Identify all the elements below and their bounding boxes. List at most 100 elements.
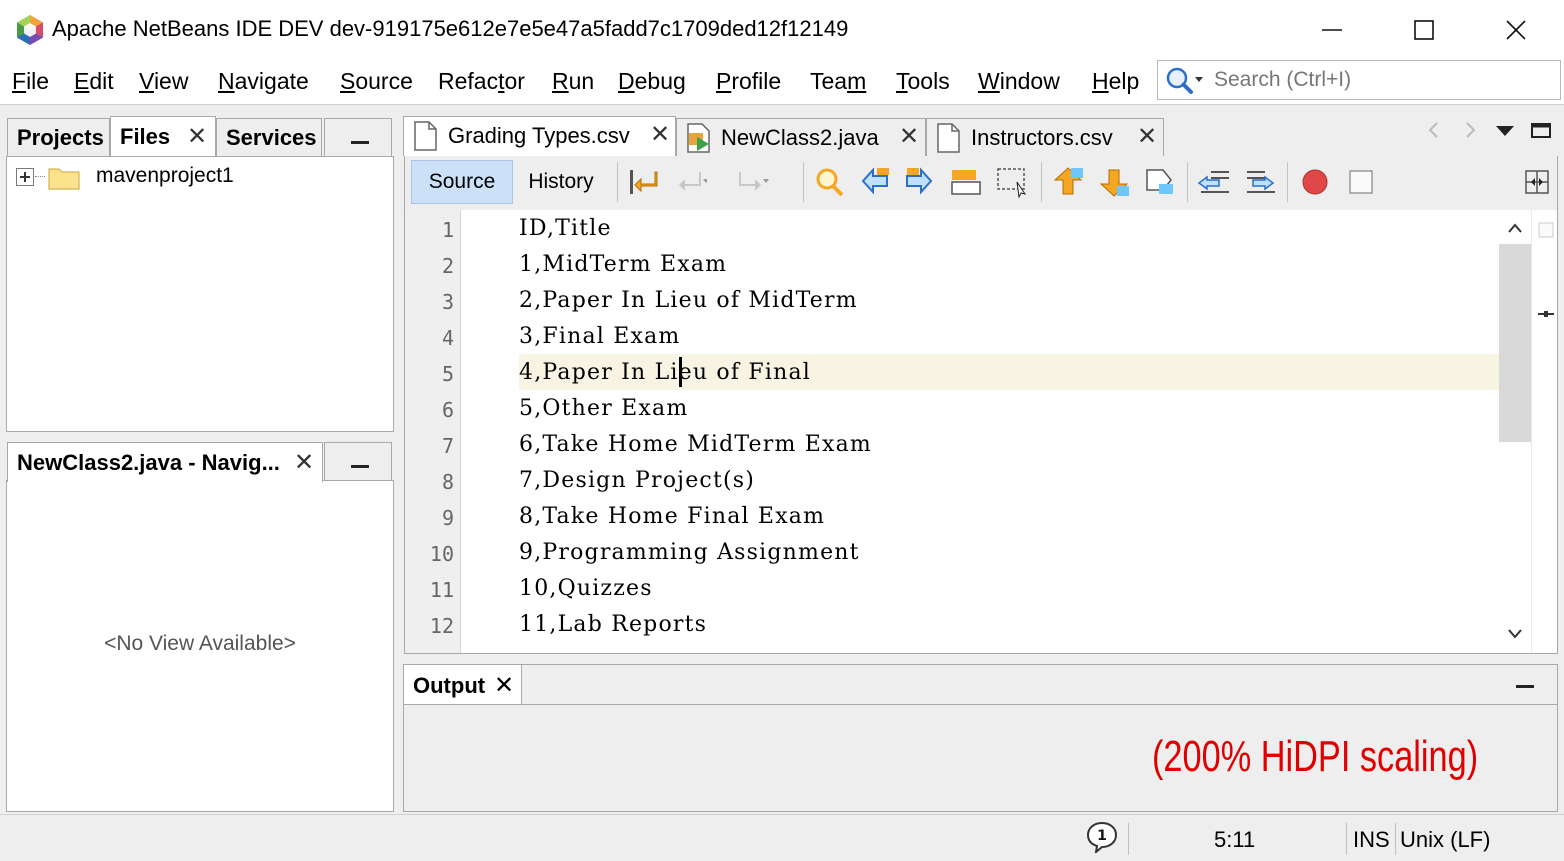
scrollbar-thumb[interactable]: [1499, 244, 1531, 442]
close-tab-icon[interactable]: ✕: [294, 448, 314, 477]
maximize-button[interactable]: [1394, 8, 1454, 52]
code-line[interactable]: 4,Paper In Lieu of Final: [519, 360, 811, 385]
caret-position[interactable]: 5:11: [1214, 827, 1255, 853]
insert-mode[interactable]: INS: [1353, 827, 1390, 853]
menu-navigate[interactable]: Navigate: [218, 68, 309, 95]
close-tab-icon[interactable]: ✕: [1137, 122, 1157, 151]
start-macro-recording-icon[interactable]: [1299, 166, 1333, 198]
tab-files-label: Files: [120, 123, 171, 149]
shift-line-right-icon[interactable]: [1243, 166, 1277, 198]
split-editor-icon[interactable]: [1521, 166, 1555, 198]
close-tab-icon[interactable]: ✕: [187, 122, 207, 151]
code-line[interactable]: 1,MidTerm Exam: [519, 252, 727, 277]
menu-label-rest: ile: [26, 68, 50, 94]
tree-item-mavenproject1[interactable]: mavenproject1: [16, 164, 316, 192]
search-box[interactable]: [1157, 60, 1561, 100]
line-endings[interactable]: Unix (LF): [1400, 827, 1490, 853]
close-tab-icon[interactable]: ✕: [899, 122, 919, 151]
error-stripe[interactable]: [1531, 210, 1557, 653]
code-line[interactable]: 5,Other Exam: [519, 396, 688, 421]
menu-debug[interactable]: Debug: [618, 68, 686, 95]
code-line[interactable]: 3,Final Exam: [519, 324, 680, 349]
menu-help[interactable]: Help: [1092, 68, 1139, 95]
previous-bookmark-icon[interactable]: [1051, 166, 1085, 198]
menu-run[interactable]: Run: [552, 68, 594, 95]
code-line[interactable]: 7,Design Project(s): [519, 468, 755, 493]
close-button[interactable]: [1486, 8, 1546, 52]
stop-macro-recording-icon[interactable]: [1345, 166, 1379, 198]
toggle-rectangular-selection-icon[interactable]: [995, 166, 1029, 198]
forward-icon[interactable]: [737, 166, 771, 198]
menu-team[interactable]: Team: [810, 68, 866, 95]
scroll-up-icon[interactable]: [1507, 222, 1523, 234]
menu-profile[interactable]: Profile: [716, 68, 781, 95]
line-number: 2: [441, 254, 454, 278]
close-tab-icon[interactable]: ✕: [650, 120, 670, 149]
tab-files[interactable]: Files ✕: [110, 116, 216, 156]
toggle-highlight-search-icon[interactable]: [949, 166, 983, 198]
line-number: 6: [441, 398, 454, 422]
scroll-down-icon[interactable]: [1507, 628, 1523, 640]
menu-file[interactable]: File: [12, 68, 49, 95]
minimize-panel-button[interactable]: [324, 118, 392, 156]
tab-list-dropdown-icon[interactable]: [1494, 120, 1516, 140]
tab-newclass2-java[interactable]: NewClass2.java ✕: [676, 118, 926, 156]
minimize-output-button[interactable]: [1512, 674, 1542, 698]
tab-instructors-csv[interactable]: Instructors.csv ✕: [926, 118, 1164, 156]
tab-navigator[interactable]: NewClass2.java - Navig... ✕: [7, 442, 323, 482]
last-edit-icon[interactable]: [627, 166, 661, 198]
code-line[interactable]: 10,Quizzes: [519, 576, 653, 601]
hidpi-annotation: (200% HiDPI scaling): [1152, 732, 1479, 781]
expand-icon[interactable]: [16, 168, 34, 186]
search-input[interactable]: [1214, 65, 1554, 95]
close-tab-icon[interactable]: ✕: [494, 671, 514, 700]
find-previous-icon[interactable]: [859, 166, 893, 198]
line-number: 8: [441, 470, 454, 494]
find-icon[interactable]: [813, 166, 847, 198]
code-line[interactable]: 2,Paper In Lieu of MidTerm: [519, 288, 858, 313]
history-view-button[interactable]: History: [515, 160, 607, 204]
minimize-button[interactable]: [1302, 8, 1362, 52]
close-icon: [1506, 20, 1526, 40]
files-panel: [6, 156, 394, 432]
scroll-tabs-left-icon[interactable]: [1424, 120, 1444, 140]
minimize-panel-button[interactable]: [324, 442, 392, 480]
menu-label-rest: avigate: [234, 68, 309, 94]
menu-window[interactable]: Window: [978, 68, 1060, 95]
toggle-bookmark-icon[interactable]: [1143, 166, 1177, 198]
next-bookmark-icon[interactable]: [1097, 166, 1131, 198]
menu-label-rest: indow: [999, 68, 1060, 94]
menu-source[interactable]: Source: [340, 68, 413, 95]
tree-connector: [35, 176, 45, 177]
code-line[interactable]: 8,Take Home Final Exam: [519, 504, 825, 529]
maximize-window-icon[interactable]: [1530, 120, 1552, 140]
source-view-button[interactable]: Source: [411, 160, 513, 204]
tab-grading-types-csv[interactable]: Grading Types.csv ✕: [403, 116, 676, 156]
tab-projects[interactable]: Projects: [7, 118, 110, 156]
tab-output[interactable]: Output ✕: [403, 664, 522, 704]
tab-services[interactable]: Services: [216, 118, 322, 156]
tab-label: NewClass2.java: [721, 125, 879, 150]
back-icon[interactable]: [673, 166, 707, 198]
code-editor[interactable]: 1 2 3 4 5 6 7 8 9 10 11 12 ID,Title 1,MidTerm Exam 2,…: [404, 210, 1558, 654]
menu-refactor[interactable]: Refactor: [438, 68, 525, 95]
find-next-icon[interactable]: [903, 166, 937, 198]
menu-view[interactable]: View: [139, 68, 188, 95]
code-line[interactable]: 11,Lab Reports: [519, 612, 707, 637]
line-number-gutter: 1 2 3 4 5 6 7 8 9 10 11 12: [405, 210, 461, 653]
shift-line-left-icon[interactable]: [1197, 166, 1231, 198]
line-number: 4: [441, 326, 454, 350]
scroll-tabs-right-icon[interactable]: [1460, 120, 1480, 140]
line-number: 7: [441, 434, 454, 458]
code-line[interactable]: 6,Take Home MidTerm Exam: [519, 432, 872, 457]
caret-position-mark-icon: [1538, 311, 1554, 317]
editor-toolbar: Source History: [404, 156, 1558, 210]
notifications-icon[interactable]: 1: [1086, 821, 1118, 853]
menu-tools[interactable]: Tools: [896, 68, 950, 95]
line-number: 12: [429, 614, 454, 638]
code-line[interactable]: 9,Programming Assignment: [519, 540, 860, 565]
vertical-scrollbar[interactable]: [1499, 210, 1531, 653]
code-line[interactable]: ID,Title: [519, 216, 612, 241]
menu-edit[interactable]: Edit: [74, 68, 114, 95]
menu-mnemonic: F: [12, 68, 27, 94]
